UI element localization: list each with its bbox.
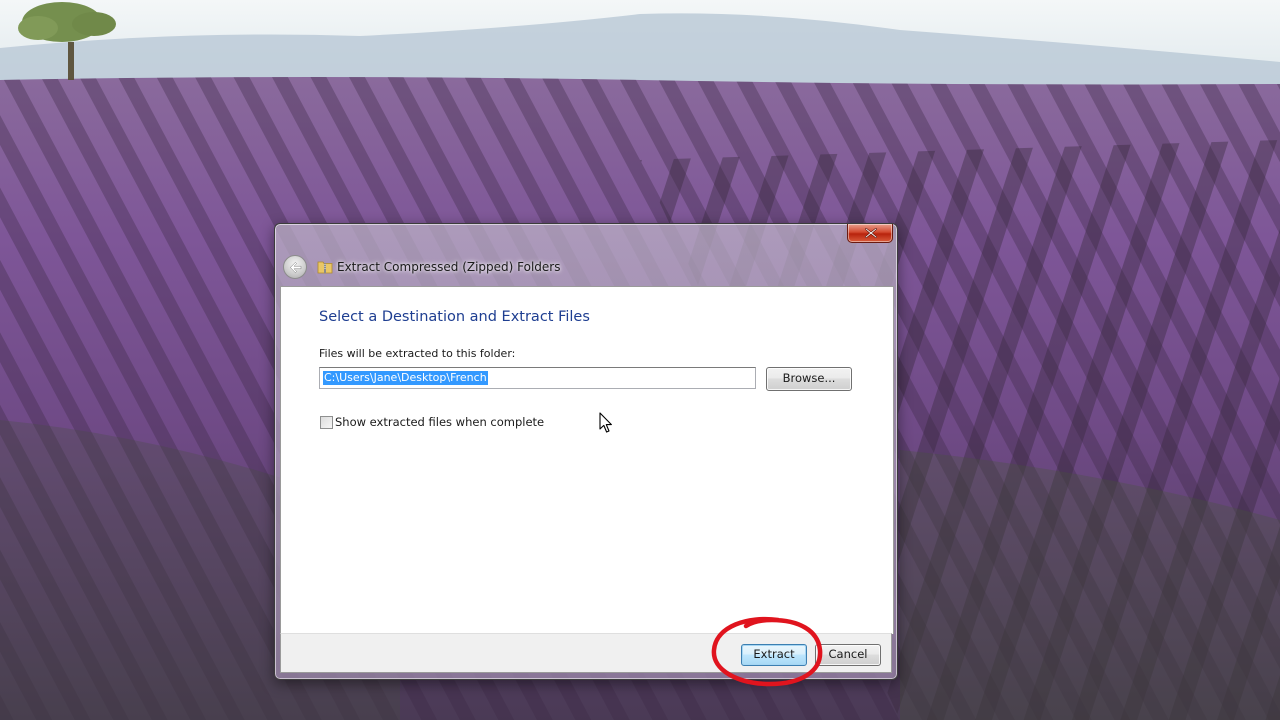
destination-input[interactable]: C:\Users\Jane\Desktop\French: [319, 367, 756, 389]
show-files-label[interactable]: Show extracted files when complete: [335, 415, 544, 429]
extract-dialog: Extract Compressed (Zipped) Folders Sele…: [274, 223, 898, 680]
dialog-title: Extract Compressed (Zipped) Folders: [337, 260, 561, 274]
browse-button[interactable]: Browse...: [766, 367, 852, 391]
main-heading: Select a Destination and Extract Files: [319, 309, 590, 325]
back-button[interactable]: [283, 255, 307, 279]
show-files-checkbox[interactable]: [320, 416, 333, 429]
content-panel: Select a Destination and Extract Files F…: [280, 286, 894, 634]
zip-folder-icon: [317, 261, 333, 274]
close-button[interactable]: [847, 224, 893, 243]
destination-label: Files will be extracted to this folder:: [319, 347, 516, 360]
back-arrow-icon: [290, 262, 302, 273]
desktop-background: Extract Compressed (Zipped) Folders Sele…: [0, 0, 1280, 720]
title-bar: Extract Compressed (Zipped) Folders: [275, 224, 897, 286]
close-icon: [865, 228, 877, 238]
red-circle-annotation: [711, 616, 823, 687]
destination-input-value: C:\Users\Jane\Desktop\French: [323, 371, 488, 385]
mouse-cursor-icon: [599, 412, 612, 433]
